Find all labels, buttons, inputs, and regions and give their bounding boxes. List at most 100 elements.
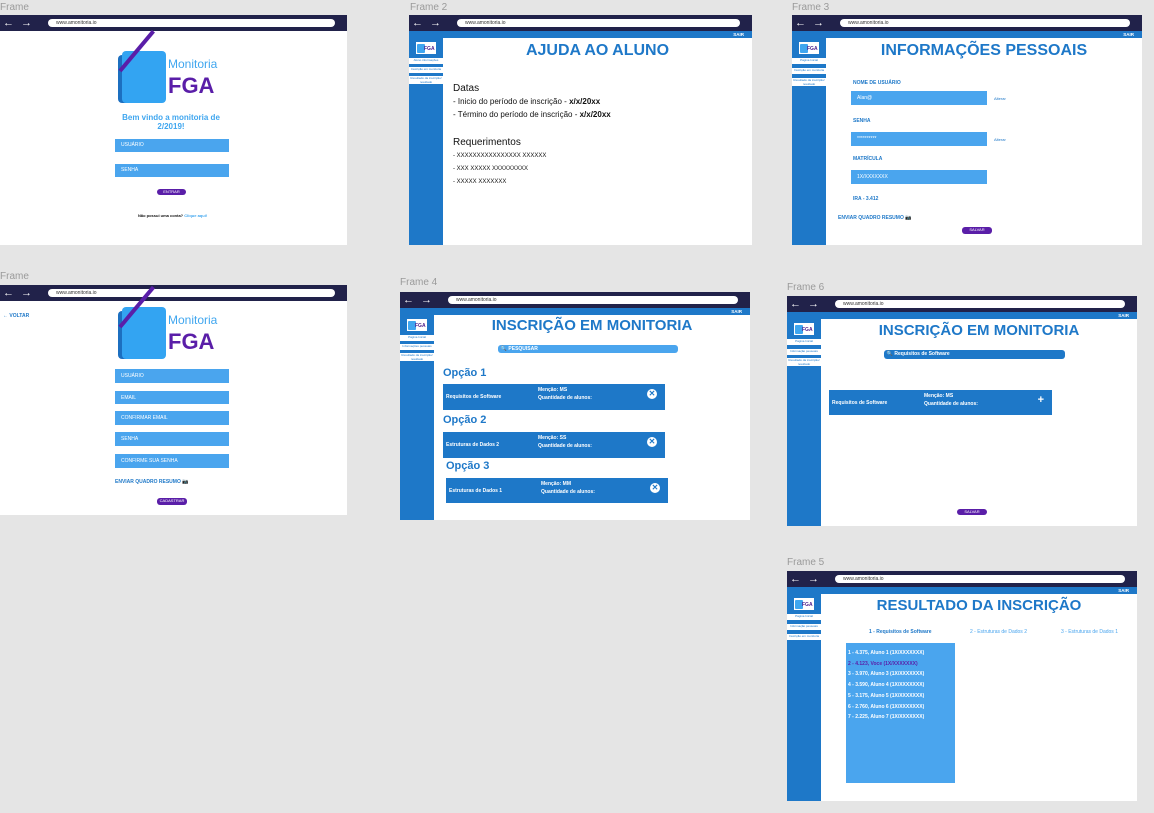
logout-link[interactable]: SAIR [731, 308, 742, 315]
username-field[interactable]: USUÁRIO [115, 369, 229, 383]
sidebar-item[interactable]: Inscrição em monitoria [792, 68, 826, 74]
frame-label: Frame 4 [400, 277, 438, 288]
search-bar[interactable]: 🔍 Requisitos de Software [884, 350, 1065, 359]
back-arrow-icon[interactable]: ← [403, 293, 414, 307]
add-icon[interactable]: + [1038, 394, 1044, 406]
save-button[interactable]: SALVAR [962, 227, 992, 234]
logo: Monitoria FGA [118, 29, 222, 109]
sidebar-item[interactable]: Página Inicial [792, 58, 826, 64]
option-card[interactable]: Estruturas de Dados 2 Menção: SS Quantidad… [443, 432, 665, 458]
email-field[interactable]: EMAIL [115, 391, 229, 404]
matricula-label: MATRÍCULA [853, 156, 883, 162]
upload-summary-link[interactable]: ENVIAR QUADRO RESUMO 📷 [115, 479, 188, 485]
username-field[interactable]: USUÁRIO [115, 139, 229, 152]
page-title: INSCRIÇÃO EM MONITORIA [878, 322, 1080, 339]
url-bar[interactable]: www.amonitoria.io [448, 296, 738, 304]
requirement-item: - XXXXXXXXXXXXXXXX XXXXXX [453, 153, 547, 159]
signup-button[interactable]: CADASTRAR [157, 498, 187, 505]
sidebar-item[interactable]: Resultado da inscrição/ resultado [792, 78, 826, 86]
password-field[interactable]: ********** [851, 132, 987, 146]
sidebar-item[interactable]: Informação pessoais [787, 349, 821, 355]
signup-link[interactable]: Clique aqui! [184, 213, 207, 218]
save-button[interactable]: SALVAR [957, 509, 987, 515]
sidebar-item[interactable]: Inscrição em monitoria [787, 634, 821, 640]
sidebar-item[interactable]: Resultado da inscrição/ resultado [787, 358, 821, 366]
frame-label: Frame [0, 2, 29, 13]
url-bar[interactable]: www.amonitoria.io [48, 19, 335, 27]
signup-prompt: Não possui uma conta? Clique aqui! [138, 213, 208, 218]
sidebar-item[interactable]: Aluno informações [409, 58, 443, 64]
list-item: 5 - 3.175, Aluno 5 (1X/XXXXXXX) [848, 692, 925, 699]
list-item: 6 - 2.760, Aluno 6 (1X/XXXXXXX) [848, 703, 925, 710]
tab-results-1[interactable]: 1 - Requisitos de Software [869, 629, 932, 635]
url-bar[interactable]: www.amonitoria.io [835, 300, 1125, 308]
sidebar: FGA Página Inicial Informação pessoais I… [787, 594, 821, 801]
confirm-email-field[interactable]: CONFIRMAR EMAIL [115, 411, 229, 425]
search-bar[interactable]: 🔍 PESQUISAR [498, 345, 678, 353]
page-title: RESULTADO DA INSCRIÇÃO [876, 597, 1082, 614]
matricula-field[interactable]: 1X/XXXXXXX [851, 170, 987, 184]
url-bar[interactable]: www.amonitoria.io [457, 19, 740, 27]
url-bar[interactable]: www.amonitoria.io [835, 575, 1125, 583]
enter-button[interactable]: ENTRAR [157, 189, 186, 195]
sidebar-item[interactable]: Informações pessoais [400, 344, 434, 350]
forward-arrow-icon[interactable]: → [813, 16, 824, 30]
forward-arrow-icon[interactable]: → [430, 16, 441, 30]
tab-results-3[interactable]: 3 - Estruturas de Dados 1 [1061, 629, 1118, 635]
password-label: SENHA [853, 118, 871, 124]
frame-personal-info: ← → www.amonitoria.io SAIR FGA Página Inic… [792, 15, 1142, 245]
frame-enrollment: ← → www.amonitoria.io SAIR FGA Página Inic… [400, 292, 750, 520]
forward-arrow-icon[interactable]: → [421, 293, 432, 307]
url-bar[interactable]: www.amonitoria.io [48, 289, 335, 297]
url-bar[interactable]: www.amonitoria.io [840, 19, 1130, 27]
sidebar-item[interactable]: Página Inicial [400, 335, 434, 341]
browser-bar: ← → www.amonitoria.io [0, 15, 347, 31]
sidebar: FGA Aluno informações Inscrição em monit… [409, 38, 443, 245]
requirements-heading: Requerimentos [453, 137, 521, 148]
back-arrow-icon[interactable]: ← [790, 297, 801, 311]
logout-link[interactable]: SAIR [733, 31, 744, 38]
option-card[interactable]: Estruturas de Dados 1 Menção: MM Quantidad… [446, 478, 668, 503]
forward-arrow-icon[interactable]: → [808, 297, 819, 311]
sidebar-item[interactable]: Resultado da inscrição/ resultado [400, 353, 434, 361]
sidebar-item[interactable]: Resultado da inscrição/ resultado [409, 76, 443, 84]
frame-label: Frame 6 [787, 282, 825, 293]
option-card[interactable]: Requisitos de Software Menção: MS Quantida… [443, 384, 665, 410]
tab-results-2[interactable]: 2 - Estruturas de Dados 2 [970, 629, 1027, 635]
back-arrow-icon[interactable]: ← [795, 16, 806, 30]
forward-arrow-icon[interactable]: → [21, 286, 32, 300]
password-field[interactable]: SENHA [115, 164, 229, 177]
search-icon: 🔍 [886, 351, 894, 357]
back-arrow-icon[interactable]: ← [790, 572, 801, 586]
back-arrow-icon[interactable]: ← [412, 16, 423, 30]
confirm-password-field[interactable]: CONFIRME SUA SENHA [115, 454, 229, 468]
list-item: 2 - 4.123, Voce (1X/XXXXXXX) [848, 660, 918, 667]
back-arrow-icon[interactable]: ← [3, 286, 14, 300]
sidebar-item[interactable]: Página Inicial [787, 614, 821, 620]
date-start: - Inicio do período de inscrição - x/x/2… [453, 97, 601, 106]
remove-icon[interactable]: ✕ [650, 483, 660, 493]
sidebar-logo: FGA [794, 598, 814, 610]
password-field[interactable]: SENHA [115, 432, 229, 446]
sidebar-item[interactable]: Inscrição em monitoria [409, 67, 443, 73]
alter-link[interactable]: Alterar [994, 137, 1006, 142]
list-item: 1 - 4.375, Aluno 1 (1X/XXXXXXX) [848, 650, 925, 656]
sidebar: FGA Página Inicial Inscrição em monitori… [792, 38, 826, 245]
upload-summary-link[interactable]: ENVIAR QUADRO RESUMO 📷 [838, 215, 911, 221]
sidebar-item[interactable]: Informação pessoais [787, 624, 821, 630]
username-field[interactable]: Alan@ [851, 91, 987, 105]
list-item: 4 - 3.590, Aluno 4 (1X/XXXXXXX) [848, 682, 925, 689]
alter-link[interactable]: Alterar [994, 96, 1006, 101]
result-card[interactable]: Requisitos de Software Menção: MS Quantida… [829, 390, 1052, 415]
forward-arrow-icon[interactable]: → [808, 572, 819, 586]
logout-link[interactable]: SAIR [1123, 31, 1134, 38]
remove-icon[interactable]: ✕ [647, 437, 657, 447]
sidebar-item[interactable]: Página Inicial [787, 339, 821, 345]
back-arrow-icon[interactable]: ← [3, 16, 14, 30]
remove-icon[interactable]: ✕ [647, 389, 657, 399]
forward-arrow-icon[interactable]: → [21, 16, 32, 30]
logout-link[interactable]: SAIR [1118, 312, 1129, 319]
back-link[interactable]: ← VOLTAR [3, 313, 29, 319]
logout-link[interactable]: SAIR [1118, 587, 1129, 594]
ira-text: IRA - 3.412 [853, 196, 879, 202]
